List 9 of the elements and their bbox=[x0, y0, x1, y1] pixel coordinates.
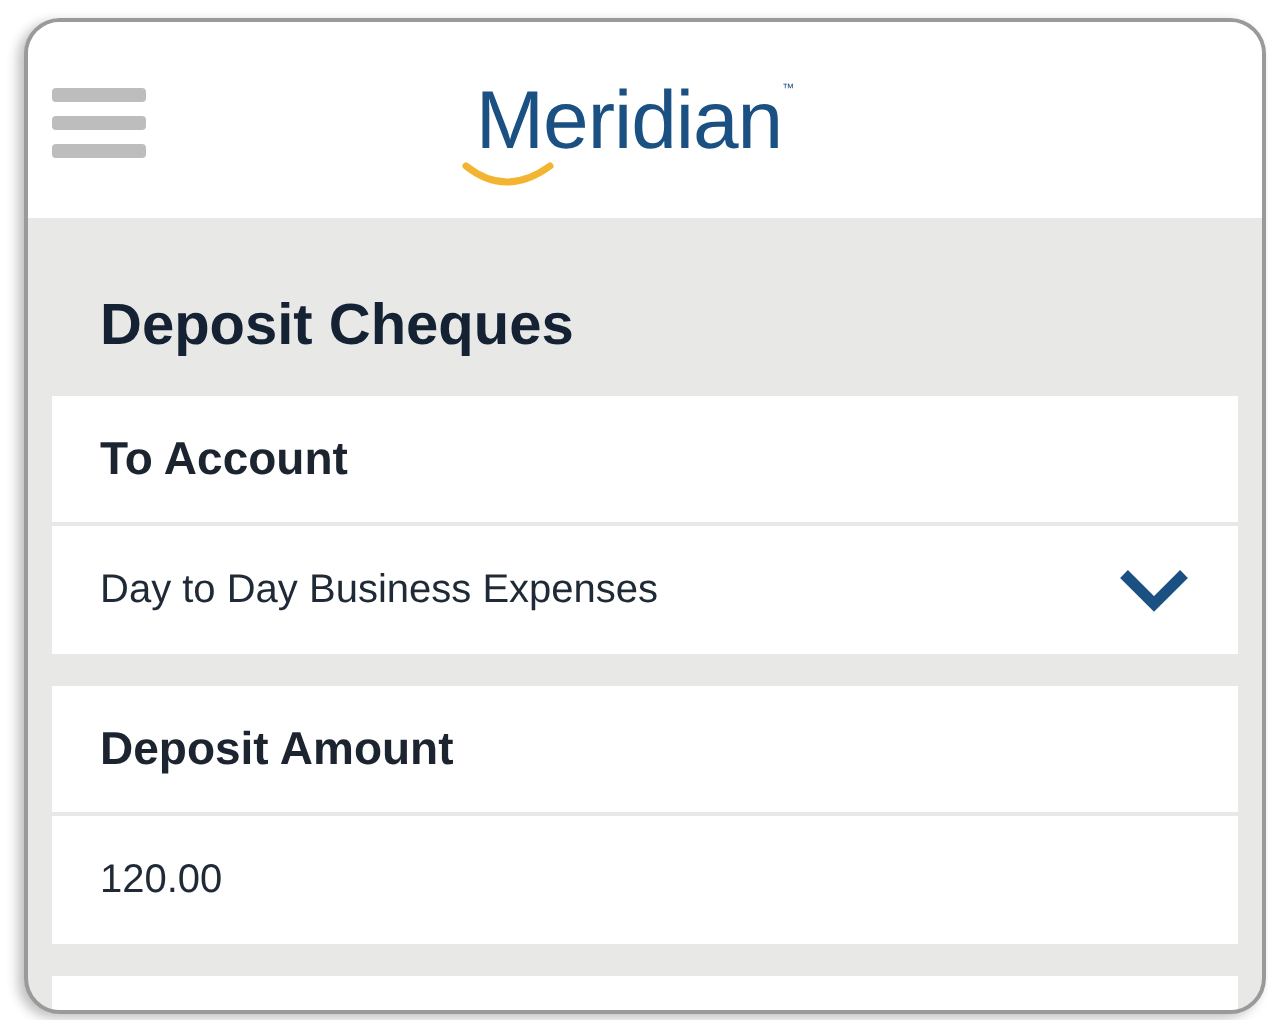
smile-icon bbox=[461, 161, 558, 189]
logo: Meridian bbox=[475, 79, 783, 161]
page-title: Deposit Cheques bbox=[100, 298, 576, 356]
section-label: Deposit Amount bbox=[52, 686, 1238, 812]
section-label: To Account bbox=[52, 396, 1238, 522]
amount-field[interactable]: 120.00 bbox=[52, 816, 1238, 944]
chevron-down-icon bbox=[1118, 568, 1190, 612]
account-select[interactable]: Day to Day Business Expenses bbox=[52, 526, 1238, 654]
menu-icon[interactable] bbox=[52, 88, 146, 158]
